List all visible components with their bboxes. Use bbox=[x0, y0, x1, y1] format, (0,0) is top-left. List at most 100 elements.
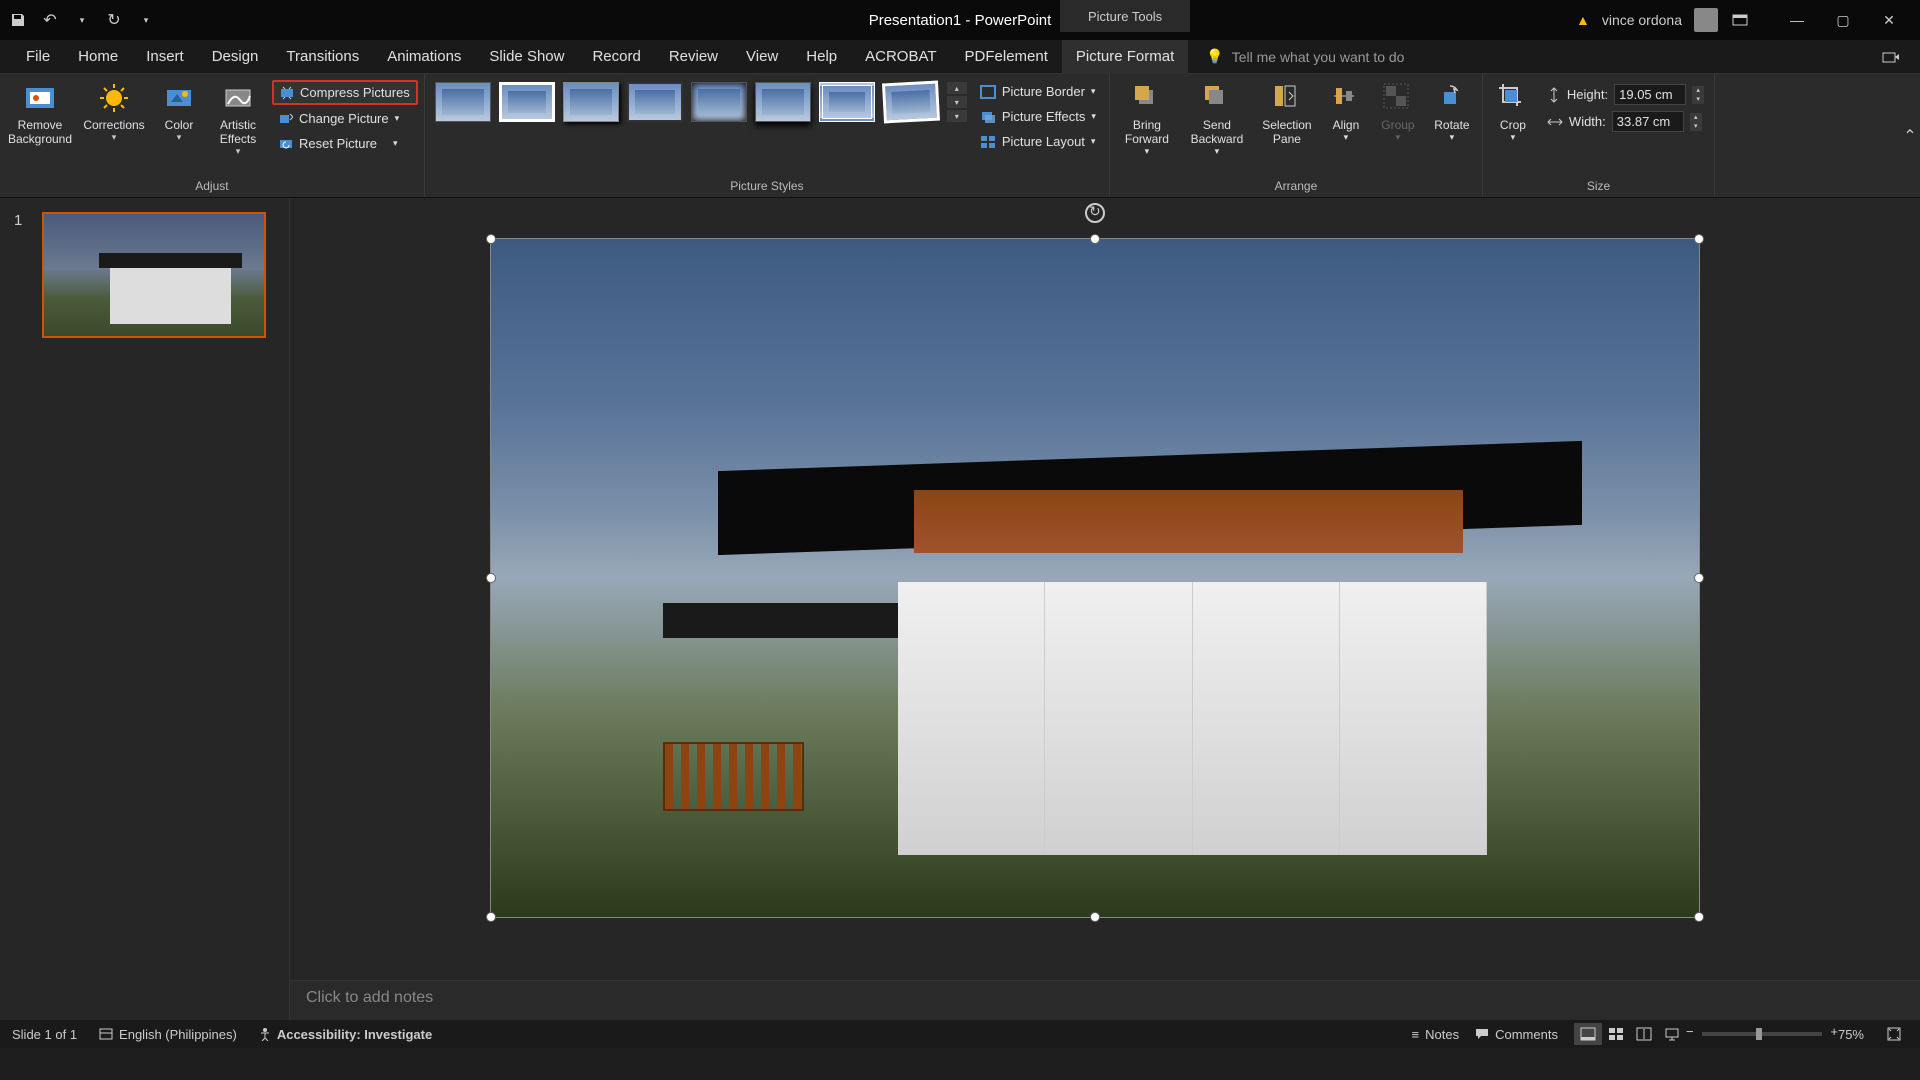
compress-pictures-button[interactable]: Compress Pictures bbox=[272, 80, 418, 105]
undo-more-icon[interactable]: ▾ bbox=[72, 10, 92, 30]
status-language[interactable]: English (Philippines) bbox=[99, 1027, 237, 1042]
picture-style-5[interactable] bbox=[691, 82, 747, 122]
slide-thumbnail-1[interactable] bbox=[42, 212, 266, 338]
spin-up-icon[interactable]: ▴ bbox=[1692, 86, 1704, 95]
status-accessibility-label: Accessibility: Investigate bbox=[277, 1027, 432, 1042]
rotate-label: Rotate bbox=[1434, 118, 1469, 132]
picture-effects-button[interactable]: Picture Effects ▾ bbox=[973, 105, 1103, 128]
zoom-percent[interactable]: 75% bbox=[1838, 1027, 1864, 1042]
change-picture-button[interactable]: Change Picture ▾ bbox=[272, 107, 418, 130]
tab-view[interactable]: View bbox=[732, 40, 792, 74]
share-icon[interactable] bbox=[1882, 50, 1900, 64]
context-tab-picture-tools[interactable]: Picture Tools bbox=[1060, 0, 1190, 32]
tab-picture-format[interactable]: Picture Format bbox=[1062, 40, 1188, 74]
picture-border-button[interactable]: Picture Border ▾ bbox=[973, 80, 1103, 103]
slideshow-button[interactable] bbox=[1658, 1023, 1686, 1045]
collapse-ribbon-icon[interactable]: ⌃ bbox=[1900, 74, 1920, 197]
spin-down-icon[interactable]: ▾ bbox=[1690, 122, 1702, 131]
spin-down-icon[interactable]: ▾ bbox=[1692, 95, 1704, 104]
reading-view-button[interactable] bbox=[1630, 1023, 1658, 1045]
selection-pane-button[interactable]: Selection Pane bbox=[1256, 78, 1318, 150]
picture-layout-button[interactable]: Picture Layout ▾ bbox=[973, 130, 1103, 153]
picture-style-4[interactable] bbox=[627, 82, 683, 122]
tab-acrobat[interactable]: ACROBAT bbox=[851, 40, 950, 74]
qat-customize-icon[interactable]: ▾ bbox=[136, 10, 156, 30]
selection-pane-label: Selection Pane bbox=[1262, 118, 1311, 146]
picture-style-7[interactable] bbox=[819, 82, 875, 122]
resize-handle-ne[interactable] bbox=[1694, 234, 1704, 244]
picture-border-label: Picture Border bbox=[1002, 84, 1085, 99]
width-input[interactable] bbox=[1612, 111, 1684, 132]
tab-slideshow[interactable]: Slide Show bbox=[475, 40, 578, 74]
slide-sorter-button[interactable] bbox=[1602, 1023, 1630, 1045]
spin-up-icon[interactable]: ▴ bbox=[1690, 113, 1702, 122]
chevron-down-icon: ▾ bbox=[393, 138, 398, 149]
gallery-more-icon[interactable]: ▾ bbox=[947, 110, 967, 122]
selected-picture[interactable] bbox=[490, 238, 1700, 918]
tab-pdfelement[interactable]: PDFelement bbox=[951, 40, 1062, 74]
remove-background-button[interactable]: Remove Background bbox=[6, 78, 74, 150]
tell-me-search[interactable]: 💡 Tell me what you want to do bbox=[1206, 48, 1404, 65]
notes-toggle[interactable]: ≡ Notes bbox=[1412, 1027, 1460, 1042]
gallery-up-icon[interactable]: ▴ bbox=[947, 82, 967, 94]
gallery-down-icon[interactable]: ▾ bbox=[947, 96, 967, 108]
ribbon-display-icon[interactable] bbox=[1730, 10, 1750, 30]
resize-handle-nw[interactable] bbox=[486, 234, 496, 244]
rotation-handle[interactable] bbox=[1085, 203, 1105, 223]
send-backward-button[interactable]: Send Backward ▾ bbox=[1184, 78, 1250, 161]
picture-style-8[interactable] bbox=[882, 81, 940, 124]
align-button[interactable]: Align ▾ bbox=[1324, 78, 1368, 147]
picture-style-2[interactable] bbox=[499, 82, 555, 122]
canvas[interactable] bbox=[290, 198, 1920, 980]
crop-button[interactable]: Crop ▾ bbox=[1489, 78, 1537, 147]
adjust-small-buttons: Compress Pictures Change Picture ▾ Reset… bbox=[272, 78, 418, 155]
tab-review[interactable]: Review bbox=[655, 40, 732, 74]
minimize-button[interactable]: — bbox=[1774, 4, 1820, 36]
slide-thumbnail-panel[interactable]: 1 bbox=[0, 198, 290, 1020]
resize-handle-e[interactable] bbox=[1694, 573, 1704, 583]
chevron-down-icon: ▾ bbox=[112, 132, 117, 143]
resize-handle-sw[interactable] bbox=[486, 912, 496, 922]
tab-transitions[interactable]: Transitions bbox=[272, 40, 373, 74]
tab-design[interactable]: Design bbox=[198, 40, 273, 74]
width-label: Width: bbox=[1569, 114, 1606, 129]
corrections-button[interactable]: Corrections ▾ bbox=[80, 78, 148, 147]
undo-icon[interactable]: ↶ bbox=[40, 10, 60, 30]
reset-picture-button[interactable]: Reset Picture ▾ bbox=[272, 132, 418, 155]
normal-view-button[interactable] bbox=[1574, 1023, 1602, 1045]
bring-forward-button[interactable]: Bring Forward ▾ bbox=[1116, 78, 1178, 161]
redo-icon[interactable]: ↻ bbox=[104, 10, 124, 30]
resize-handle-n[interactable] bbox=[1090, 234, 1100, 244]
close-button[interactable]: ✕ bbox=[1866, 4, 1912, 36]
zoom-slider[interactable] bbox=[1702, 1032, 1822, 1036]
bring-forward-label: Bring Forward bbox=[1125, 118, 1169, 146]
chevron-down-icon: ▾ bbox=[236, 146, 241, 157]
avatar[interactable] bbox=[1694, 8, 1718, 32]
maximize-button[interactable]: ▢ bbox=[1820, 4, 1866, 36]
picture-style-options: Picture Border ▾ Picture Effects ▾ Pictu… bbox=[973, 78, 1103, 155]
picture-style-6[interactable] bbox=[755, 82, 811, 122]
artistic-effects-button[interactable]: Artistic Effects ▾ bbox=[210, 78, 266, 161]
resize-handle-se[interactable] bbox=[1694, 912, 1704, 922]
color-button[interactable]: Color ▾ bbox=[154, 78, 204, 147]
notes-pane[interactable]: Click to add notes bbox=[290, 980, 1920, 1020]
resize-handle-w[interactable] bbox=[486, 573, 496, 583]
fit-to-window-button[interactable] bbox=[1880, 1023, 1908, 1045]
resize-handle-s[interactable] bbox=[1090, 912, 1100, 922]
picture-style-3[interactable] bbox=[563, 82, 619, 122]
tab-home[interactable]: Home bbox=[64, 40, 132, 74]
tab-record[interactable]: Record bbox=[578, 40, 654, 74]
zoom-slider-thumb[interactable] bbox=[1756, 1028, 1762, 1040]
tab-file[interactable]: File bbox=[12, 40, 64, 74]
tab-help[interactable]: Help bbox=[792, 40, 851, 74]
status-accessibility[interactable]: Accessibility: Investigate bbox=[259, 1027, 432, 1042]
tab-animations[interactable]: Animations bbox=[373, 40, 475, 74]
tab-insert[interactable]: Insert bbox=[132, 40, 198, 74]
comments-toggle[interactable]: Comments bbox=[1475, 1027, 1558, 1042]
save-icon[interactable] bbox=[8, 10, 28, 30]
height-input[interactable] bbox=[1614, 84, 1686, 105]
picture-style-1[interactable] bbox=[435, 82, 491, 122]
rotate-button[interactable]: Rotate ▾ bbox=[1428, 78, 1476, 147]
status-slide-indicator[interactable]: Slide 1 of 1 bbox=[12, 1027, 77, 1042]
user-name[interactable]: vince ordona bbox=[1602, 12, 1682, 28]
